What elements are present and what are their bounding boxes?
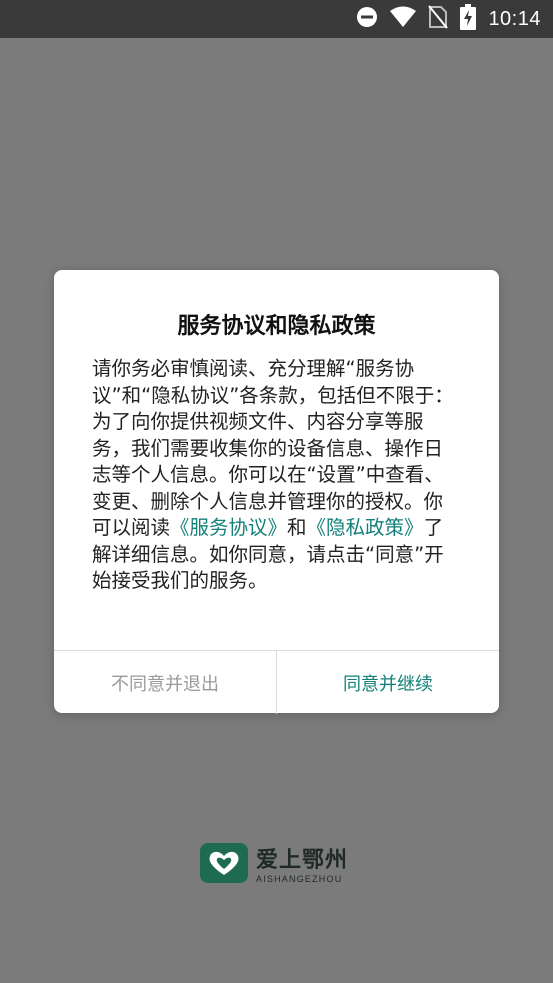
body-text-part1: 请你务必审慎阅读、充分理解“服务协议”和“隐私协议”各条款，包括但不限于：为了向… xyxy=(92,357,454,539)
status-time: 10:14 xyxy=(488,7,541,30)
service-agreement-link[interactable]: 《服务协议》 xyxy=(170,516,287,539)
battery-charging-icon xyxy=(460,4,477,34)
privacy-dialog: 服务协议和隐私政策 请你务必审慎阅读、充分理解“服务协议”和“隐私协议”各条款，… xyxy=(54,270,499,714)
dialog-footer: 不同意并退出 同意并继续 xyxy=(54,650,499,714)
privacy-policy-link[interactable]: 《隐私政策》 xyxy=(307,516,424,539)
body-text-part2: 和 xyxy=(287,516,307,539)
do-not-disturb-icon xyxy=(356,6,378,32)
no-sim-icon xyxy=(428,5,449,33)
brand-subtitle: AISHANGEZHOU xyxy=(256,874,343,884)
status-bar: 10:14 xyxy=(0,0,553,38)
brand-name: 爱上鄂州 xyxy=(256,848,349,873)
agree-continue-button[interactable]: 同意并继续 xyxy=(277,651,499,714)
brand-logo-block: 爱上鄂州 AISHANGEZHOU xyxy=(200,842,348,884)
dialog-body: 请你务必审慎阅读、充分理解“服务协议”和“隐私协议”各条款，包括但不限于：为了向… xyxy=(92,356,462,595)
heart-logo-icon xyxy=(200,843,248,883)
disagree-exit-button[interactable]: 不同意并退出 xyxy=(54,651,277,714)
wifi-icon xyxy=(390,6,417,32)
dialog-title: 服务协议和隐私政策 xyxy=(177,314,376,339)
